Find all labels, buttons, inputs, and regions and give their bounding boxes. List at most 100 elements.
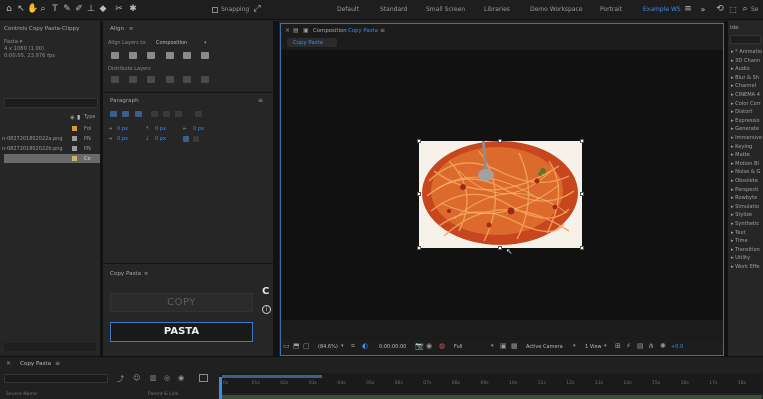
- always-preview-icon[interactable]: ▭: [283, 342, 290, 350]
- effects-category-item[interactable]: ▸ 3D Chann: [731, 58, 763, 64]
- copypasta-panel-tab[interactable]: Copy Pasta: [110, 271, 141, 277]
- composition-tab-label[interactable]: Composition: [313, 28, 347, 34]
- close-icon[interactable]: ×: [285, 27, 290, 34]
- chevron-down-icon[interactable]: ▾: [604, 343, 607, 349]
- space-after-value[interactable]: 0 px: [155, 136, 166, 142]
- color-channel-icon[interactable]: ◐: [362, 342, 368, 350]
- effects-category-item[interactable]: ▸ Color Corr: [731, 101, 763, 107]
- effects-category-item[interactable]: ▸ * Animatio: [731, 49, 763, 55]
- align-panel-tab[interactable]: Align: [110, 26, 124, 32]
- list-item-selected[interactable]: Co: [4, 154, 100, 163]
- align-vcenter-button[interactable]: [183, 52, 191, 59]
- info-icon[interactable]: i: [262, 305, 271, 314]
- resize-handle-top[interactable]: [498, 139, 502, 143]
- 3d-view-icon[interactable]: ⬒: [293, 342, 300, 350]
- effects-category-item[interactable]: ▸ Perspecti: [731, 187, 763, 193]
- justify-left-button[interactable]: [151, 111, 158, 117]
- paragraph-panel-tab[interactable]: Paragraph: [110, 98, 139, 104]
- distribute-right-button[interactable]: [201, 76, 209, 83]
- panel-menu-icon[interactable]: ≡: [129, 26, 133, 32]
- effects-category-item[interactable]: ▸ CINEMA 4: [731, 92, 763, 98]
- shy-icon[interactable]: ☺: [133, 374, 140, 382]
- effects-category-item[interactable]: ▸ Transition: [731, 247, 763, 253]
- list-item[interactable]: n-0827201802022b.png PN: [0, 144, 100, 153]
- align-text-center-button[interactable]: [122, 111, 129, 117]
- effects-category-item[interactable]: ▸ Work Effe: [731, 264, 763, 270]
- resize-handle-bottom[interactable]: [498, 246, 502, 250]
- selection-tool-icon[interactable]: ↖: [16, 4, 26, 15]
- align-text-right-button[interactable]: [135, 111, 142, 117]
- roto-tool-icon[interactable]: ✂: [114, 4, 124, 15]
- workspace-demo[interactable]: Demo Workspace: [530, 6, 583, 13]
- effects-category-item[interactable]: ▸ Simulatio: [731, 204, 763, 210]
- effects-category-item[interactable]: ▸ Noise & G: [731, 169, 763, 175]
- workspace-small-screen[interactable]: Small Screen: [426, 6, 465, 13]
- clone-tool-icon[interactable]: ⊥: [86, 4, 96, 15]
- distribute-top-button[interactable]: [111, 76, 119, 83]
- justify-right-button[interactable]: [175, 111, 182, 117]
- frame-blending-icon[interactable]: ▥: [150, 374, 157, 382]
- source-name-header[interactable]: Source Name: [6, 392, 37, 397]
- effects-category-item[interactable]: ▸ Stylize: [731, 212, 763, 218]
- effects-category-item[interactable]: ▸ Generate: [731, 126, 763, 132]
- resize-handle-left[interactable]: [417, 192, 421, 196]
- effects-category-item[interactable]: ▸ Synthetic: [731, 221, 763, 227]
- copy-button[interactable]: COPY: [110, 293, 253, 312]
- align-right-button[interactable]: [147, 52, 155, 59]
- resize-handle-top-right[interactable]: [580, 139, 584, 143]
- workspace-portrait[interactable]: Portrait: [600, 6, 622, 13]
- align-top-button[interactable]: [166, 52, 174, 59]
- resize-handle-top-left[interactable]: [417, 139, 421, 143]
- indent-first-value[interactable]: 0 px: [117, 136, 128, 142]
- snap-option-icon[interactable]: ⤢: [252, 4, 262, 15]
- layer-bar[interactable]: [222, 395, 762, 399]
- expand-icon[interactable]: ⬚: [728, 4, 738, 15]
- transparency-grid-icon[interactable]: ▦: [511, 342, 518, 350]
- composition-tab-name[interactable]: Copy Pasta: [348, 28, 378, 34]
- workspace-menu-icon[interactable]: ≡: [683, 4, 693, 15]
- mask-visibility-icon[interactable]: ▢: [303, 342, 310, 350]
- timeline-search-input[interactable]: [4, 374, 108, 383]
- effects-category-item[interactable]: ▸ Immersive: [731, 135, 763, 141]
- chevron-down-icon[interactable]: ▾: [341, 343, 344, 349]
- project-panel-tab[interactable]: Controls Copy Pasta-Clippy: [4, 26, 96, 32]
- effects-category-item[interactable]: ▸ Rowbyte: [731, 195, 763, 201]
- effects-category-item[interactable]: ▸ Keying: [731, 144, 763, 150]
- show-snapshot-icon[interactable]: ◉: [426, 342, 432, 350]
- align-bottom-button[interactable]: [201, 52, 209, 59]
- toggle-pixel-aspect-icon[interactable]: ⊞: [615, 342, 621, 350]
- workspace-example-ws[interactable]: Example WS: [643, 6, 681, 13]
- pasta-button[interactable]: PASTA: [110, 322, 253, 342]
- effects-category-item[interactable]: ▸ Motion Bl: [731, 161, 763, 167]
- effects-category-item[interactable]: ▸ Time: [731, 238, 763, 244]
- graph-editor-icon[interactable]: ◉: [178, 374, 184, 382]
- grid-guides-icon[interactable]: ⌗: [351, 342, 355, 351]
- pen-tool-icon[interactable]: ✎: [62, 4, 72, 15]
- search-icon[interactable]: ⌕: [740, 4, 750, 15]
- close-icon[interactable]: ×: [6, 360, 11, 367]
- panel-menu-icon[interactable]: ≡: [55, 360, 60, 367]
- resolution-dropdown[interactable]: Full: [454, 344, 463, 350]
- effects-category-item[interactable]: ▸ Obsolete: [731, 178, 763, 184]
- fast-previews-icon[interactable]: ⚡: [626, 342, 631, 350]
- exposure-value[interactable]: +0.0: [671, 344, 683, 350]
- timecode-display[interactable]: 0:00:00:00: [379, 344, 406, 350]
- timeline-tab[interactable]: Copy Pasta: [20, 361, 51, 367]
- reset-exposure-icon[interactable]: ✺: [660, 342, 666, 350]
- panel-menu-icon[interactable]: ≡: [144, 271, 148, 277]
- distribute-vcenter-button[interactable]: [129, 76, 137, 83]
- distribute-hcenter-button[interactable]: [183, 76, 191, 83]
- align-hcenter-button[interactable]: [129, 52, 137, 59]
- distribute-bottom-button[interactable]: [147, 76, 155, 83]
- effects-category-item[interactable]: ▸ Utility: [731, 255, 763, 261]
- sync-icon[interactable]: ⟲: [715, 4, 725, 15]
- text-tool-icon[interactable]: T: [50, 4, 60, 15]
- snapping-checkbox[interactable]: [212, 7, 218, 13]
- workspace-libraries[interactable]: Libraries: [484, 6, 510, 13]
- hand-tool-icon[interactable]: ✋: [27, 4, 38, 15]
- breadcrumb[interactable]: Copy Pasta: [287, 38, 337, 47]
- workspace-standard[interactable]: Standard: [380, 6, 407, 13]
- comp-mini-flowchart-icon[interactable]: [199, 374, 208, 382]
- timeline-icon[interactable]: ▤: [637, 342, 644, 350]
- flowchart-icon[interactable]: ⋔: [648, 342, 654, 350]
